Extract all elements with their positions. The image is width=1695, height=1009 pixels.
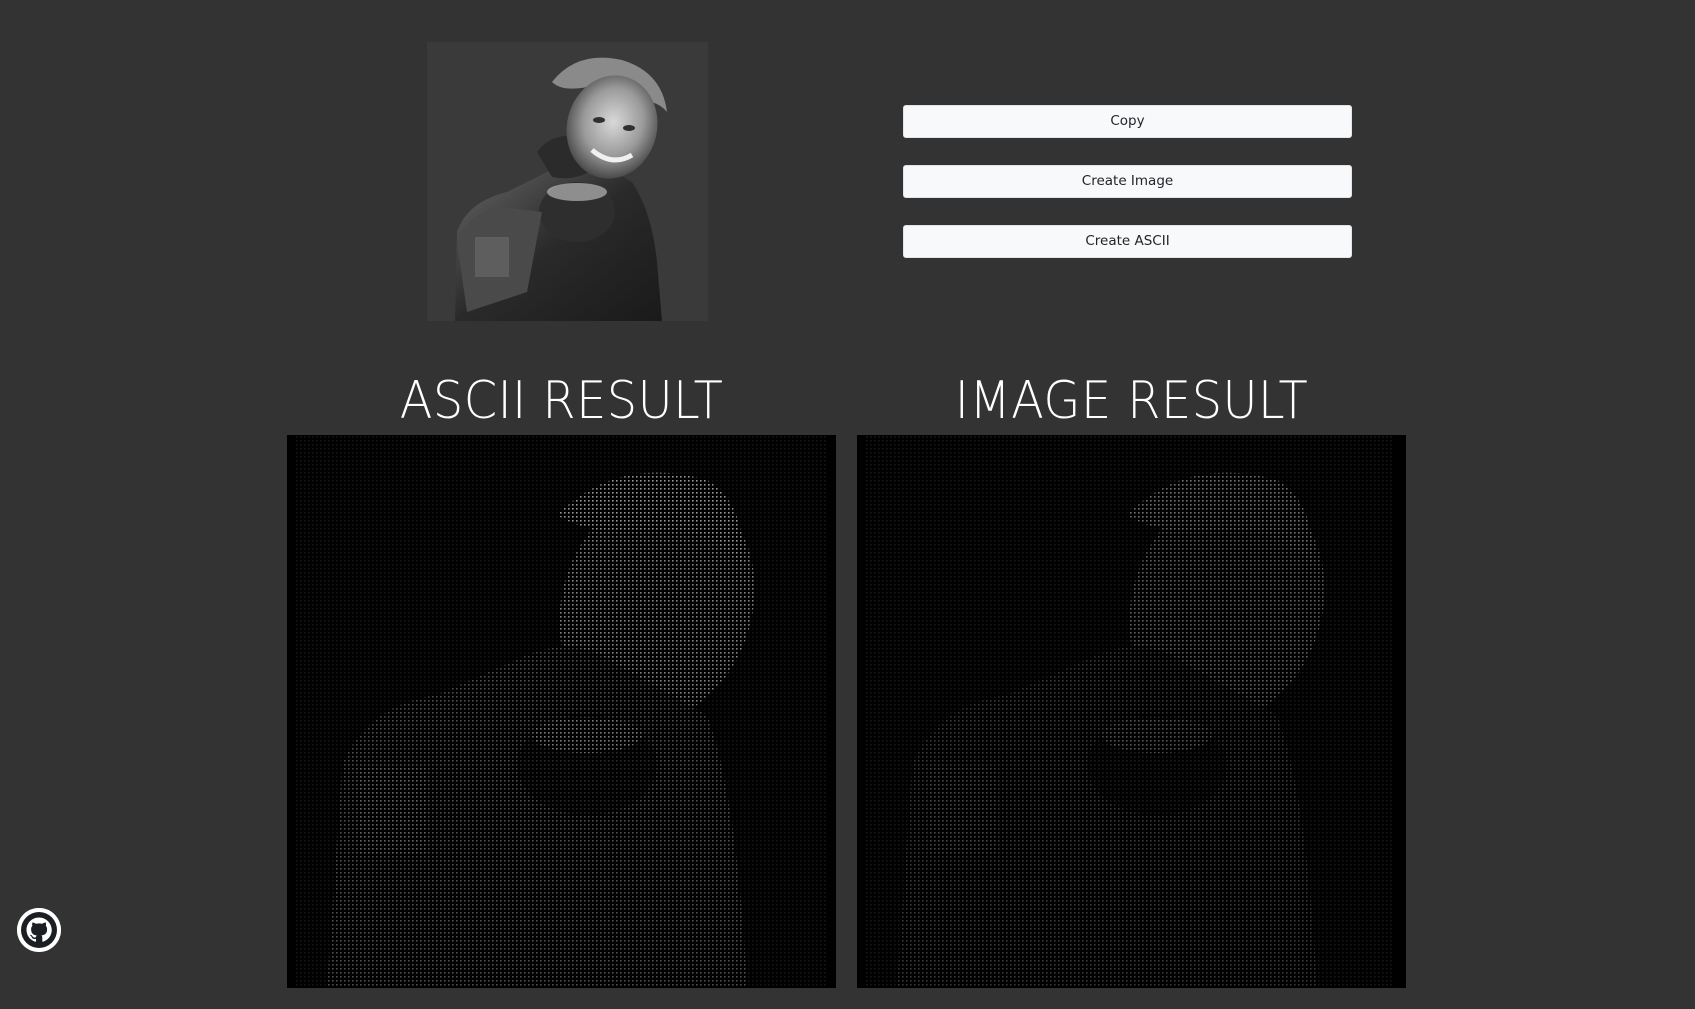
create-image-button[interactable]: Create Image [903,165,1352,198]
github-icon[interactable] [17,908,61,952]
ascii-result-title: ASCII RESULT [399,371,724,431]
source-image [427,42,708,321]
create-ascii-button[interactable]: Create ASCII [903,225,1352,258]
image-result-title: IMAGE RESULT [954,371,1309,431]
image-result-panel [857,435,1406,988]
ascii-result-panel [287,435,836,988]
copy-button[interactable]: Copy [903,105,1352,138]
